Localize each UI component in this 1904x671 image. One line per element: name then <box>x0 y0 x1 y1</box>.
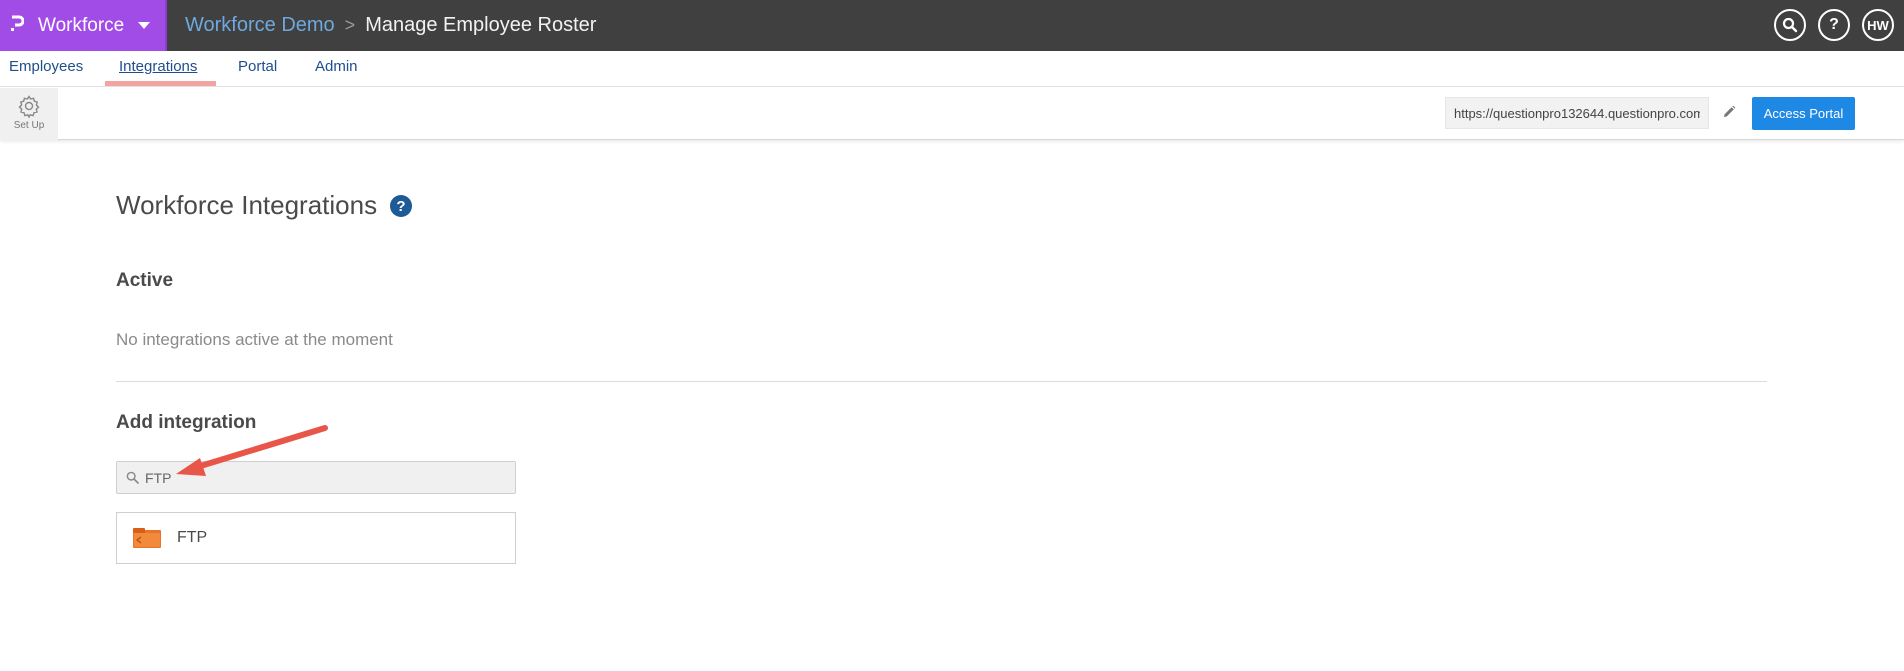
gear-icon <box>18 95 40 118</box>
avatar-initials: HW <box>1867 17 1889 33</box>
help-button[interactable]: ? <box>1818 9 1850 41</box>
search-button[interactable] <box>1774 9 1806 41</box>
caret-down-icon <box>138 22 151 29</box>
setup-label: Set Up <box>13 120 45 131</box>
active-tab-indicator <box>105 81 216 86</box>
tab-employees[interactable]: Employees <box>9 58 83 75</box>
access-portal-button[interactable]: Access Portal <box>1752 97 1855 130</box>
breadcrumb-separator: > <box>344 15 356 35</box>
pencil-icon <box>1724 105 1736 117</box>
tab-portal[interactable]: Portal <box>238 58 277 75</box>
add-integration-heading: Add integration <box>116 412 257 433</box>
portal-url-field[interactable] <box>1445 97 1709 129</box>
help-circle-icon[interactable]: ? <box>389 194 413 218</box>
edit-url-button[interactable] <box>1719 102 1739 122</box>
search-icon <box>126 471 139 484</box>
breadcrumb: Workforce Demo > Manage Employee Roster <box>185 14 596 37</box>
question-mark-icon: ? <box>1829 16 1839 33</box>
ftp-folder-icon <box>133 528 161 548</box>
top-actions: ? HW <box>1774 9 1894 41</box>
tab-integrations[interactable]: Integrations <box>119 58 197 75</box>
avatar[interactable]: HW <box>1862 9 1894 41</box>
integration-label: FTP <box>177 529 208 546</box>
product-switcher[interactable]: Workforce <box>0 0 167 51</box>
active-section-heading: Active <box>116 270 174 291</box>
tab-admin[interactable]: Admin <box>315 58 358 75</box>
toolbar: Set Up Access Portal <box>0 88 1904 140</box>
search-icon <box>1782 17 1798 33</box>
top-bar: Workforce Workforce Demo > Manage Employ… <box>0 0 1904 51</box>
breadcrumb-current: Manage Employee Roster <box>365 14 597 36</box>
integration-search[interactable] <box>116 461 516 494</box>
breadcrumb-parent-link[interactable]: Workforce Demo <box>185 14 335 37</box>
page-title: Workforce Integrations ? <box>116 190 413 221</box>
integration-search-input[interactable] <box>145 469 505 486</box>
secondary-nav: Employees Integrations Portal Admin <box>0 51 1904 87</box>
integration-result-ftp[interactable]: FTP <box>116 512 516 564</box>
questionpro-logo-icon <box>10 15 25 37</box>
page-title-text: Workforce Integrations <box>116 190 378 220</box>
setup-button[interactable]: Set Up <box>0 88 58 140</box>
product-name: Workforce <box>38 14 125 36</box>
divider <box>116 381 1767 382</box>
empty-state-message: No integrations active at the moment <box>116 330 393 349</box>
svg-text:?: ? <box>397 198 406 215</box>
